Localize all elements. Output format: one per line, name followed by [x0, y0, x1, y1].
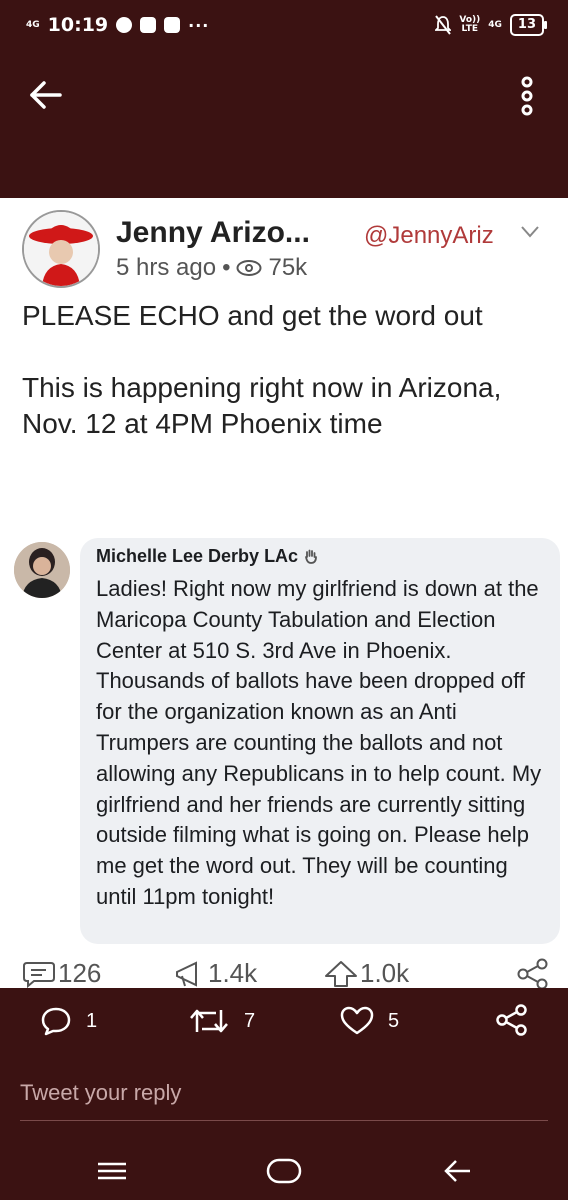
share-count: 1.4k: [208, 958, 258, 988]
reply-count: 1: [86, 1009, 98, 1032]
view-count: 75k: [268, 254, 308, 281]
facebook-icon: [140, 17, 157, 33]
home-icon[interactable]: [264, 1156, 304, 1186]
heart-icon: [340, 1006, 374, 1035]
retweet-button[interactable]: 7: [188, 1006, 255, 1036]
network-4g-indicator: 4G: [488, 19, 502, 30]
hand-icon: [305, 549, 317, 564]
comment-stat[interactable]: 126: [22, 958, 101, 989]
post-time: 5 hrs ago: [116, 254, 217, 281]
quoted-author-avatar: [14, 542, 70, 598]
comment-count: 126: [58, 958, 102, 988]
share-icon[interactable]: [496, 1004, 528, 1036]
like-count: 5: [388, 1009, 400, 1032]
speech-bubble-icon: [41, 1007, 71, 1036]
post-paragraph: This is happening right now in Arizona, …: [22, 372, 502, 439]
megaphone-icon: [176, 960, 197, 987]
battery-indicator: 13: [509, 14, 548, 36]
retweet-count: 7: [244, 1009, 256, 1032]
share-icon[interactable]: [516, 958, 550, 990]
profile-picture-icon: [24, 212, 98, 286]
post-body: PLEASE ECHO and get the word out This is…: [22, 298, 542, 442]
notification-icon: [116, 17, 133, 33]
avatar[interactable]: [22, 210, 100, 288]
display-name[interactable]: Jenny Arizo...: [116, 216, 310, 250]
post-card[interactable]: Jenny Arizo... @JennyAriz 5 hrs ago • 75…: [0, 198, 568, 988]
network-indicator: 4G: [26, 19, 40, 30]
quoted-author-name: Michelle Lee Derby LAc: [96, 546, 319, 567]
quoted-comment: Michelle Lee Derby LAc Ladies! Right now…: [80, 538, 560, 944]
status-bar: 4G 10:19 ··· Vo)) LTE 4G 13: [0, 0, 568, 52]
comment-icon: [23, 961, 55, 988]
meta-separator: •: [222, 254, 231, 281]
chevron-down-icon[interactable]: [520, 224, 540, 240]
arrow-left-icon[interactable]: [26, 78, 66, 112]
vertical-dots-icon[interactable]: [514, 76, 540, 116]
person-photo-icon: [14, 542, 70, 598]
engagement-stats: 126 1.4k 1.0k: [0, 958, 568, 990]
post-meta: 5 hrs ago • 75k: [116, 254, 307, 282]
clock: 10:19: [47, 14, 109, 36]
eye-icon: [236, 260, 262, 276]
upvote-arrow-icon: [325, 960, 357, 987]
user-handle[interactable]: @JennyAriz: [364, 222, 494, 250]
mail-icon: [164, 17, 181, 33]
post-paragraph: PLEASE ECHO and get the word out: [22, 300, 483, 331]
retweet-icon: [190, 1009, 228, 1033]
reply-divider: [20, 1120, 548, 1121]
like-stat[interactable]: 1.0k: [324, 958, 409, 989]
share-stat[interactable]: 1.4k: [174, 958, 257, 989]
more-notifications-icon: ···: [188, 15, 210, 35]
tweet-actions: 1 7 5: [0, 988, 568, 1054]
system-nav-bar: [0, 1140, 568, 1200]
volte-indicator: Vo)) LTE: [459, 15, 481, 34]
quoted-comment-text: Ladies! Right now my girlfriend is down …: [96, 576, 542, 909]
app-bar: [0, 52, 568, 198]
mute-bell-icon: [435, 15, 452, 35]
back-icon[interactable]: [438, 1156, 478, 1186]
like-button[interactable]: 5: [340, 1006, 399, 1036]
reply-button[interactable]: 1: [40, 1006, 97, 1036]
reply-input[interactable]: Tweet your reply: [20, 1080, 181, 1106]
like-count: 1.0k: [360, 958, 410, 988]
menu-icon[interactable]: [92, 1156, 132, 1186]
